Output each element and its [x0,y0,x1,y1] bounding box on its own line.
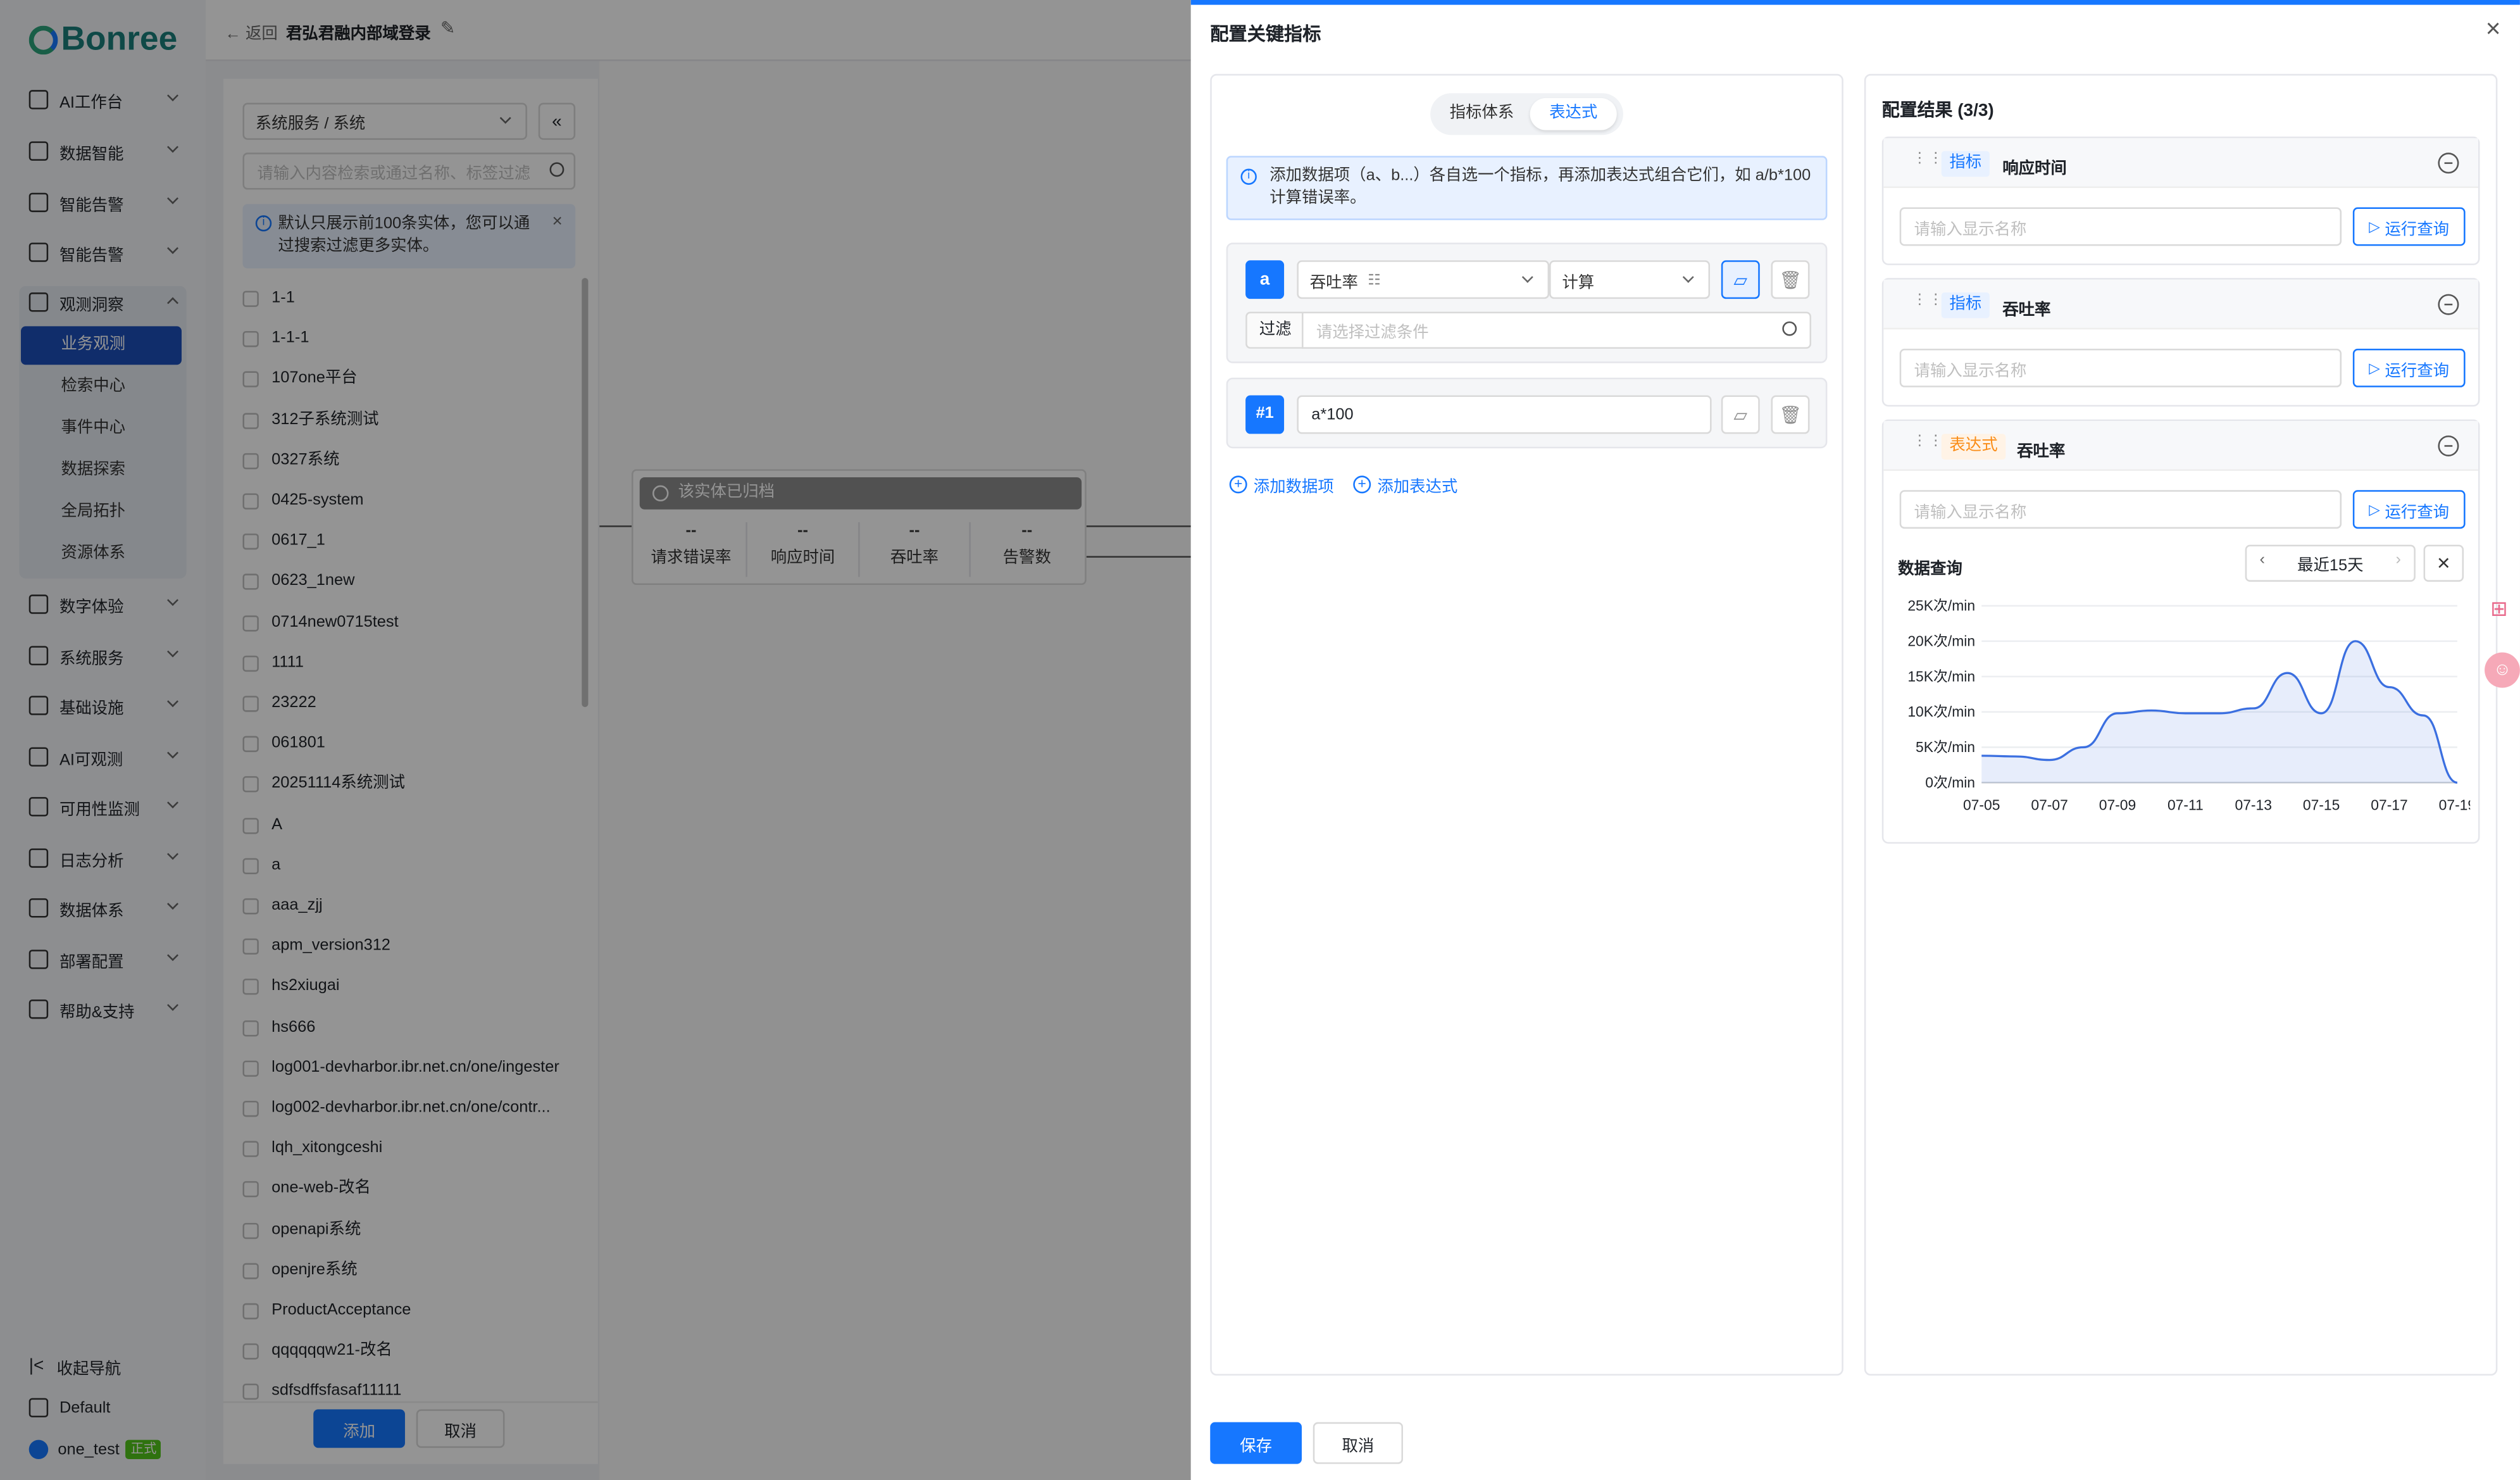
x-tick-label: 07-17 [2371,796,2407,813]
result-card: ⋮⋮指标吞吐率请输入显示名称 ▷ 运行查询 [1881,278,2480,407]
add-data-item-label: 添加数据项 [1253,479,1334,497]
drag-handle-icon[interactable]: ⋮⋮ [1912,292,1943,313]
y-tick-label: 25K次/min [1907,598,1975,614]
expression-config-box: 指标体系 表达式 i 添加数据项（a、b...）各自选一个指标，再添加表达式组合… [1210,73,1843,1376]
expression-input[interactable]: a*100 [1297,395,1712,434]
trash-icon: 🗑 [1779,270,1802,291]
chart-preview-button[interactable]: ▱ [1721,260,1760,299]
display-name-placeholder: 请输入显示名称 [1914,362,2027,380]
y-tick-label: 20K次/min [1907,633,1975,649]
result-tag: 指标 [1941,151,1990,177]
display-name-input[interactable]: 请输入显示名称 [1899,490,2342,529]
run-query-label: 运行查询 [2385,362,2450,380]
calc-value: 计算 [1562,273,1595,292]
run-query-button[interactable]: ▷ 运行查询 [2352,207,2466,246]
plus-circle-icon: + [1353,475,1371,494]
x-tick-label: 07-09 [2099,796,2136,813]
trash-icon: 🗑 [1779,405,1802,425]
expression-item-1: #1 a*100 ▱ 🗑 [1226,377,1828,449]
play-icon: ▷ [2369,217,2380,234]
drag-handle-icon[interactable]: ⋮⋮ [1912,150,1943,172]
result-name: 吞吐率 [2002,302,2051,320]
display-name-input[interactable]: 请输入显示名称 [1899,207,2342,246]
floating-assistant-icon[interactable]: ☺ [2485,652,2520,688]
chevron-down-icon [1521,271,1533,283]
display-name-input[interactable]: 请输入显示名称 [1899,348,2342,387]
add-data-item-link[interactable]: + 添加数据项 [1229,472,1334,497]
display-name-placeholder: 请输入显示名称 [1914,503,2027,522]
result-card: ⋮⋮指标响应时间请输入显示名称 ▷ 运行查询 [1881,136,2480,265]
result-tag: 表达式 [1941,434,2006,460]
chart-preview-button[interactable]: ▱ [1721,395,1760,434]
filter-label: 过滤 [1245,311,1304,349]
result-name: 吞吐率 [2017,443,2066,461]
query-chart: 0次/min 5K次/min 10K次/min 15K次/min 20K次/min 25K… [1907,598,2471,813]
modal-mask[interactable] [0,0,1191,1480]
delete-button[interactable]: 🗑 [1771,395,1810,434]
info-icon: i [1240,168,1257,185]
x-tick-label: 07-19 [2439,796,2471,813]
result-tag: 指标 [1941,292,1990,318]
x-tick-label: 07-05 [1963,796,2000,813]
y-tick-label: 15K次/min [1907,668,1975,684]
x-tick-label: 07-15 [2303,796,2340,813]
close-drawer-icon[interactable]: × [2486,16,2501,45]
expression-value: a*100 [1311,405,1354,423]
run-query-label: 运行查询 [2385,221,2450,239]
play-icon: ▷ [2369,500,2380,517]
y-tick-label: 10K次/min [1907,703,1975,720]
play-icon: ▷ [2369,359,2380,375]
drag-handle-icon[interactable]: ⋮⋮ [1912,433,1943,455]
chevron-down-icon [1682,271,1694,283]
time-range-label: 最近15天 [2297,557,2364,575]
run-query-button[interactable]: ▷ 运行查询 [2352,490,2466,529]
info-text: 添加数据项（a、b...）各自选一个指标，再添加表达式组合它们，如 a/b*10… [1269,167,1811,208]
info-banner: i 添加数据项（a、b...）各自选一个指标，再添加表达式组合它们，如 a/b*… [1226,156,1828,220]
metric-type-icon: ☷ [1368,270,1381,287]
plus-circle-icon: + [1229,475,1247,494]
config-drawer: 配置关键指标 × 指标体系 表达式 i 添加数据项（a、b...）各自选一个指标… [1190,0,2520,1480]
delete-button[interactable]: 🗑 [1771,260,1810,299]
filter-placeholder: 请选择过滤条件 [1316,324,1429,342]
x-tick-label: 07-13 [2235,796,2272,813]
remove-icon[interactable] [2438,435,2459,456]
filter-input[interactable]: 请选择过滤条件 [1301,311,1812,349]
metric-value: 吞吐率 [1309,273,1358,292]
chart-add-icon: ▱ [1733,405,1748,425]
remove-icon[interactable] [2438,294,2459,315]
run-query-label: 运行查询 [2385,503,2450,522]
cancel-button[interactable]: 取消 [1313,1422,1403,1464]
chart-icon: ▱ [1733,270,1748,291]
query-label: 数据查询 [1898,560,1962,579]
metric-select[interactable]: 吞吐率 ☷ [1297,260,1550,299]
add-expression-label: 添加表达式 [1377,479,1458,497]
tab-expression[interactable]: 表达式 [1530,97,1617,130]
result-name: 响应时间 [2002,160,2067,179]
add-expression-link[interactable]: + 添加表达式 [1353,472,1457,496]
run-query-button[interactable]: ▷ 运行查询 [2352,348,2466,387]
chevron-right-icon[interactable]: › [2396,551,2401,569]
data-item-badge: a [1245,260,1285,299]
remove-icon[interactable] [2438,153,2459,174]
tab-metric-system[interactable]: 指标体系 [1437,98,1526,130]
display-name-placeholder: 请输入显示名称 [1914,221,2027,239]
x-tick-label: 07-11 [2168,796,2204,813]
close-query-button[interactable]: × [2423,544,2464,582]
save-button[interactable]: 保存 [1210,1422,1302,1464]
data-item-a: a 吞吐率 ☷ 计算 ▱ 🗑 过滤 请选择过滤条件 [1226,242,1828,363]
results-box: 配置结果 (3/3) ⋮⋮指标响应时间请输入显示名称▷运行查询⋮⋮指标吞吐率请输… [1864,73,2498,1376]
search-icon [1782,321,1797,336]
time-range-picker[interactable]: ‹ 最近15天 › [2245,544,2416,582]
floating-grid-icon[interactable]: ⊞ [2483,596,2516,629]
y-tick-label: 5K次/min [1916,739,1975,755]
x-tick-label: 07-07 [2031,796,2068,813]
drawer-title: 配置关键指标 [1210,25,1321,46]
expression-badge: #1 [1245,395,1285,434]
results-title: 配置结果 (3/3) [1881,101,1994,121]
calc-select[interactable]: 计算 [1549,260,1711,299]
y-tick-label: 0次/min [1925,774,1975,791]
chevron-left-icon[interactable]: ‹ [2260,551,2265,569]
